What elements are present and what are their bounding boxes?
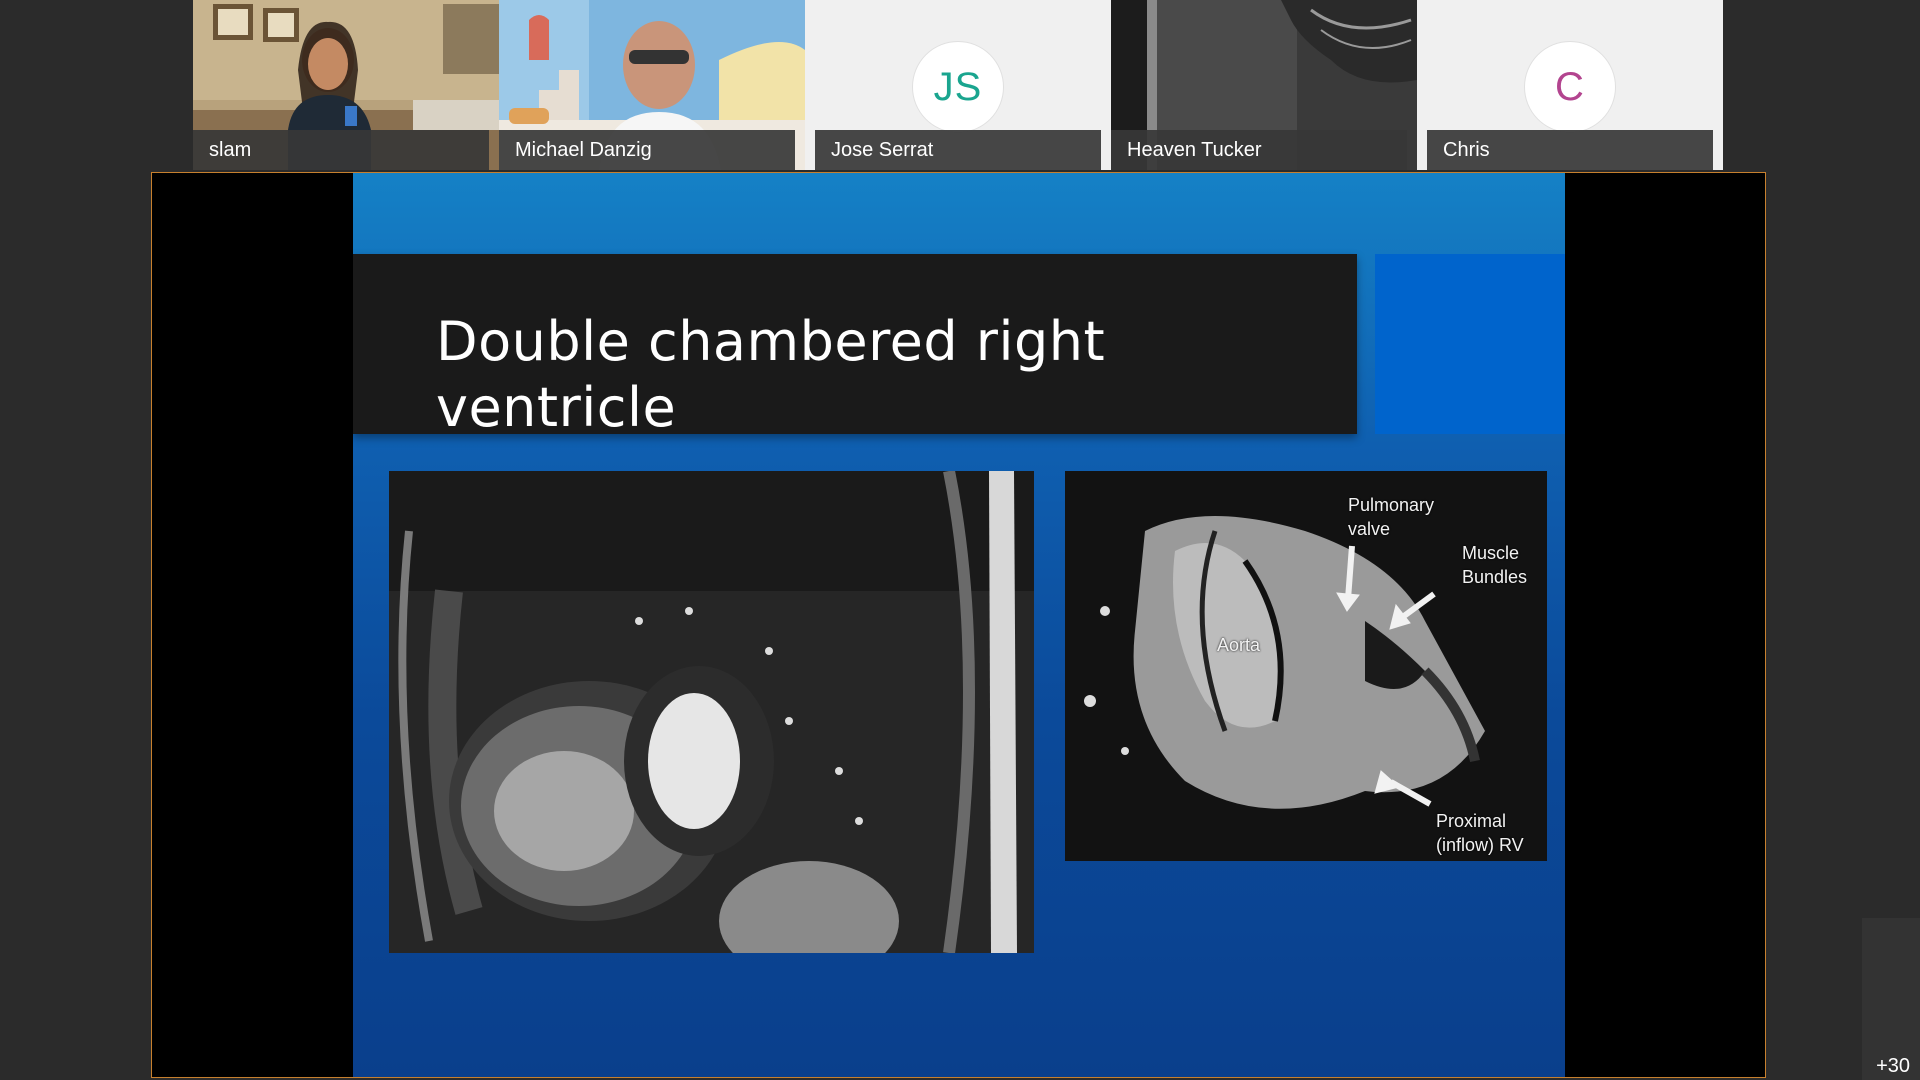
participant-avatar: JS [912,41,1004,133]
slide-accent-box [1375,254,1565,434]
participant-name: Jose Serrat [815,130,1101,170]
label-muscle-bundles: Muscle Bundles [1462,543,1528,587]
participant-strip: slam Michael Danzig JS Jose Serrat Heave… [193,0,1723,170]
label-proximal-rv: Proximal (inflow) RV [1436,811,1524,855]
participant-tile-jose-serrat[interactable]: JS Jose Serrat [805,0,1111,170]
participant-tile-heaven-tucker[interactable]: Heaven Tucker [1111,0,1417,170]
slide-title-box: Double chambered right ventricle [353,254,1357,439]
mri-short-axis-image [389,471,1034,953]
label-aorta: Aorta [1217,635,1261,655]
participant-name: Chris [1427,130,1713,170]
overflow-participant-count[interactable]: +30 [1876,1055,1910,1078]
participant-name: Heaven Tucker [1111,130,1407,170]
participant-name: Michael Danzig [499,130,795,170]
presentation-slide: Double chambered right ventricle Pulmona… [353,173,1565,1077]
shared-screen[interactable]: Double chambered right ventricle Pulmona… [151,172,1766,1078]
participant-overflow-panel[interactable]: +30 [1862,918,1920,1080]
participant-tile-michael-danzig[interactable]: Michael Danzig [499,0,805,170]
label-pulmonary-valve: Pulmonary valve [1348,495,1435,539]
mri-rvot-image: Pulmonary valve Muscle Bundles Aorta Pro… [1065,471,1547,861]
participant-avatar: C [1524,41,1616,133]
slide-title: Double chambered right ventricle [436,310,1106,439]
participant-tile-slam[interactable]: slam [193,0,499,170]
participant-name: slam [193,130,489,170]
participant-tile-chris[interactable]: C Chris [1417,0,1723,170]
